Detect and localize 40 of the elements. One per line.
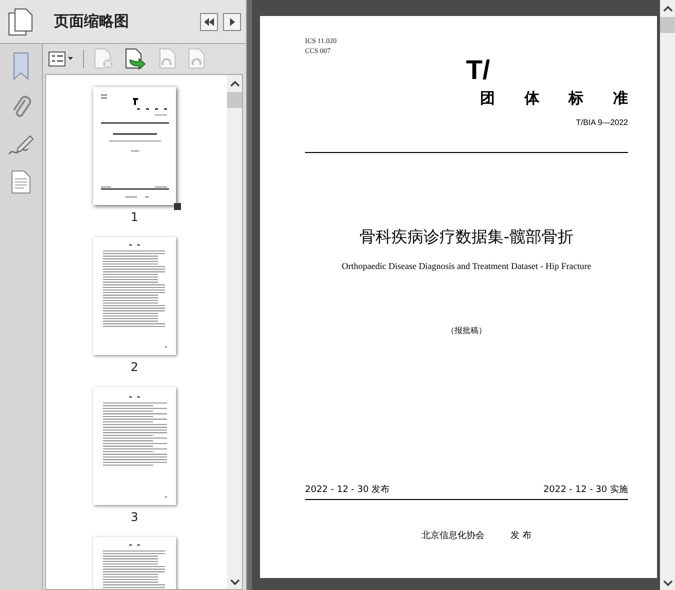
standard-logo: T/	[466, 57, 490, 83]
page-thumbnail[interactable]	[93, 87, 176, 205]
category-character: 准	[612, 89, 628, 108]
options-menu-button[interactable]	[48, 51, 74, 67]
category-character: 体	[524, 89, 540, 108]
page-number: 3	[130, 510, 138, 526]
category-character: 团	[480, 89, 495, 108]
page-thumbnail[interactable]	[93, 387, 176, 505]
effective-date: 2022 - 12 - 30 实施	[543, 484, 628, 496]
collapse-panel-button[interactable]	[200, 12, 218, 30]
publisher-name: 北京信息化协会	[422, 530, 485, 542]
scrollbar[interactable]	[227, 75, 242, 589]
pages-icon[interactable]	[8, 8, 34, 36]
draft-stage: （报批稿）	[446, 325, 486, 336]
publish-label: 发 布	[510, 530, 532, 542]
resize-handle[interactable]	[174, 203, 181, 210]
right-arrow-icon	[228, 16, 236, 26]
insert-page-icon[interactable]	[124, 48, 148, 70]
panel-title: 页面缩略图	[54, 12, 130, 31]
category-character: 标	[568, 89, 584, 108]
page-thumbnail[interactable]	[93, 237, 176, 355]
scroll-down-icon[interactable]	[230, 578, 240, 586]
document-title: 骨科疾病诊疗数据集-髋部骨折	[360, 227, 574, 248]
document-subtitle: Orthopaedic Disease Diagnosis and Treatment Dataset - Hip Fracture	[342, 261, 592, 271]
scrollbar[interactable]	[660, 0, 675, 590]
scrollbar-thumb[interactable]	[227, 92, 242, 108]
scroll-up-icon[interactable]	[230, 80, 240, 88]
bookmark-icon[interactable]	[13, 52, 29, 80]
double-left-arrow-icon	[203, 16, 215, 26]
signature-pen-icon[interactable]	[8, 134, 34, 156]
scroll-up-icon[interactable]	[662, 5, 672, 13]
page-number: 2	[130, 360, 138, 376]
standard-code: T/BIA 9—2022	[576, 118, 628, 127]
paperclip-icon[interactable]	[11, 94, 31, 120]
publish-date: 2022 - 12 - 30 发布	[305, 484, 390, 496]
next-button[interactable]	[223, 12, 241, 30]
document-icon[interactable]	[11, 170, 31, 194]
scrollbar-thumb[interactable]	[660, 17, 675, 33]
scroll-down-icon[interactable]	[662, 579, 672, 587]
page-number: 1	[130, 210, 138, 226]
